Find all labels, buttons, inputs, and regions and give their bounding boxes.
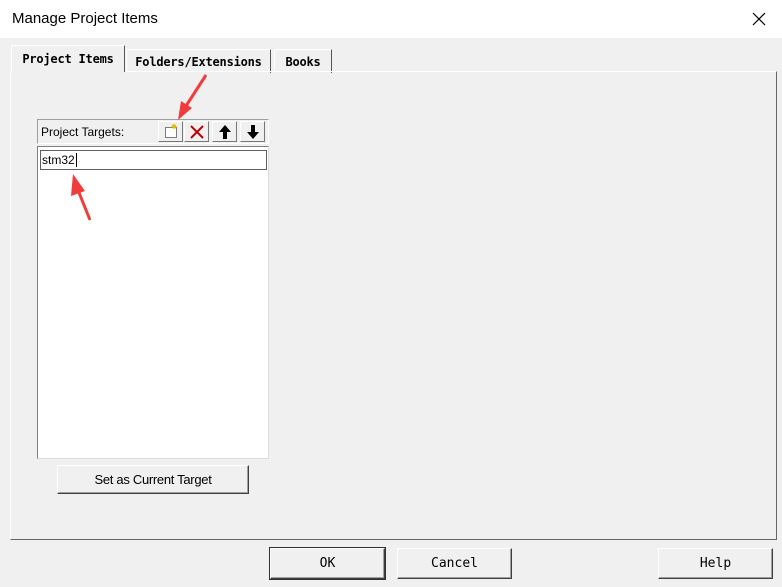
project-targets-list[interactable]: stm32: [37, 146, 269, 459]
delete-target-button[interactable]: [184, 121, 209, 142]
close-button[interactable]: [736, 0, 782, 38]
tab-folders-extensions[interactable]: Folders/Extensions: [126, 49, 271, 73]
title-bar: Manage Project Items: [0, 0, 782, 38]
target-name-input[interactable]: stm32: [40, 150, 267, 170]
set-current-target-button[interactable]: Set as Current Target: [57, 465, 249, 494]
new-target-button[interactable]: [158, 121, 183, 142]
text-caret: [75, 153, 77, 167]
help-button[interactable]: Help: [658, 548, 773, 579]
tab-books[interactable]: Books: [274, 49, 332, 73]
close-icon: [752, 12, 766, 26]
move-up-icon: [218, 124, 231, 139]
move-up-button[interactable]: [212, 121, 237, 142]
move-down-button[interactable]: [240, 121, 265, 142]
delete-icon: [189, 124, 204, 139]
cancel-button[interactable]: Cancel: [397, 548, 512, 579]
ok-button[interactable]: OK: [269, 547, 386, 580]
new-icon: [164, 123, 177, 138]
target-name-value: stm32: [42, 153, 75, 167]
tab-project-items[interactable]: Project Items: [11, 45, 125, 72]
project-targets-header: Project Targets:: [37, 119, 269, 144]
window-title: Manage Project Items: [12, 10, 158, 27]
project-targets-label: Project Targets:: [41, 125, 125, 139]
move-down-icon: [246, 124, 259, 139]
